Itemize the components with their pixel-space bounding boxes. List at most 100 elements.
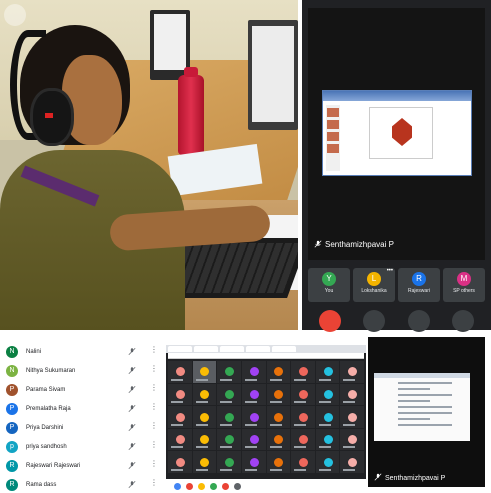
more-vert-icon[interactable]: ⋮ — [150, 402, 158, 411]
participant-tile-others[interactable]: M SP others — [443, 268, 485, 302]
gallery-tile[interactable] — [168, 361, 192, 383]
list-item[interactable]: R Rama dass ⋮ — [0, 475, 164, 493]
gallery-tile[interactable] — [217, 383, 241, 406]
more-options-button[interactable] — [451, 310, 474, 332]
tab[interactable] — [194, 346, 218, 352]
mic-off-icon — [314, 240, 322, 248]
avatar: Y — [322, 272, 336, 286]
end-call-button[interactable] — [319, 310, 342, 332]
gallery-tile[interactable] — [168, 383, 192, 406]
list-item[interactable]: N Nithya Sukumaran ⋮ — [0, 361, 164, 380]
list-item[interactable]: P Premalatha Raja ⋮ — [0, 399, 164, 418]
gallery-tile[interactable] — [168, 406, 192, 428]
list-item[interactable]: N Nalini ⋮ — [0, 342, 164, 361]
tile-name-bar — [171, 378, 183, 381]
cropped-row — [0, 334, 164, 342]
taskbar-icon[interactable] — [198, 482, 205, 490]
gallery-tile[interactable] — [241, 406, 266, 428]
mic-off-icon[interactable] — [128, 461, 136, 470]
address-bar[interactable] — [168, 353, 364, 359]
avatar: M — [457, 272, 471, 286]
mic-off-icon[interactable] — [128, 480, 136, 489]
taskbar-icon[interactable] — [186, 482, 193, 490]
tab[interactable] — [272, 346, 296, 352]
presenter-tile[interactable] — [308, 8, 485, 260]
more-vert-icon[interactable]: ⋮ — [150, 478, 158, 487]
gallery-tile[interactable] — [266, 451, 291, 473]
gallery-tile[interactable] — [315, 383, 340, 406]
gallery-tile[interactable] — [291, 428, 315, 451]
gallery-tile[interactable] — [192, 406, 217, 428]
mic-toggle-button[interactable] — [407, 310, 430, 332]
gallery-tile[interactable] — [192, 361, 217, 383]
mic-off-icon[interactable] — [128, 423, 136, 432]
gallery-tile[interactable] — [291, 406, 315, 428]
more-vert-icon[interactable]: ⋮ — [150, 383, 158, 392]
avatar — [225, 435, 235, 445]
gallery-tile[interactable] — [340, 406, 364, 428]
list-item[interactable]: R Rajeswari Rajeswari ⋮ — [0, 456, 164, 475]
list-item[interactable]: P Parama Sivam ⋮ — [0, 380, 164, 399]
taskbar-icon[interactable] — [210, 482, 217, 490]
more-vert-icon[interactable]: ⋮ — [150, 364, 158, 373]
gallery-tile[interactable] — [241, 383, 266, 406]
gallery-tile[interactable] — [217, 361, 241, 383]
gallery-tile[interactable] — [291, 383, 315, 406]
tile-name-bar — [318, 401, 331, 404]
gallery-tile[interactable] — [266, 361, 291, 383]
gallery-tile[interactable] — [315, 361, 340, 383]
presenter-name: Senthamizhpavai P — [385, 475, 446, 482]
camera-toggle-button[interactable] — [363, 310, 386, 332]
participant-tile-rajeswari[interactable]: R Rajeswari — [398, 268, 440, 302]
gallery-tile[interactable] — [168, 428, 192, 451]
gallery-tile[interactable] — [291, 451, 315, 473]
tab[interactable] — [220, 346, 244, 352]
taskbar-icon[interactable] — [174, 482, 181, 490]
avatar — [323, 457, 333, 467]
participant-name: Nalini — [26, 348, 42, 355]
gallery-tile[interactable] — [192, 451, 217, 473]
participant-tile-lokshanika[interactable]: L Lokshanika ••• — [353, 268, 395, 302]
gallery-tile[interactable] — [291, 361, 315, 383]
more-vert-icon[interactable]: ⋮ — [150, 440, 158, 449]
gallery-tile[interactable] — [168, 451, 192, 473]
tab[interactable] — [246, 346, 270, 352]
taskbar-icon[interactable] — [234, 482, 241, 490]
gallery-tile[interactable] — [340, 361, 364, 383]
mic-off-icon[interactable] — [128, 442, 136, 451]
participant-tile-you[interactable]: Y You — [308, 268, 350, 302]
gallery-tile[interactable] — [192, 383, 217, 406]
mic-off-icon[interactable] — [128, 385, 136, 394]
gallery-tile[interactable] — [340, 428, 364, 451]
mic-off-icon[interactable] — [128, 404, 136, 413]
gallery-tile[interactable] — [217, 406, 241, 428]
gallery-tile[interactable] — [217, 451, 241, 473]
gallery-tile[interactable] — [266, 383, 291, 406]
more-vert-icon[interactable]: ⋮ — [150, 345, 158, 354]
more-vert-icon[interactable]: ⋮ — [150, 421, 158, 430]
gallery-tile[interactable] — [241, 361, 266, 383]
tile-name-bar — [318, 469, 331, 471]
mic-off-icon[interactable] — [128, 366, 136, 375]
gallery-tile[interactable] — [340, 383, 364, 406]
tile-name-bar — [244, 469, 257, 471]
list-item[interactable]: P Priya Darshini ⋮ — [0, 418, 164, 437]
tab[interactable] — [168, 346, 192, 352]
gallery-tile[interactable] — [315, 451, 340, 473]
list-item[interactable]: p priya sandhosh ⋮ — [0, 437, 164, 456]
gallery-tile[interactable] — [217, 428, 241, 451]
taskbar-icon[interactable] — [222, 482, 229, 490]
more-options-icon[interactable]: ••• — [387, 268, 393, 274]
gallery-tile[interactable] — [266, 428, 291, 451]
mic-off-icon[interactable] — [128, 347, 136, 356]
gallery-tile[interactable] — [266, 406, 291, 428]
gallery-tile[interactable] — [315, 406, 340, 428]
gallery-tile[interactable] — [315, 428, 340, 451]
gallery-tile[interactable] — [340, 451, 364, 473]
more-vert-icon[interactable]: ⋮ — [150, 459, 158, 468]
presenter-name-tag: Senthamizhpavai P — [314, 240, 394, 249]
tile-name-bar — [195, 469, 208, 471]
gallery-tile[interactable] — [192, 428, 217, 451]
gallery-tile[interactable] — [241, 451, 266, 473]
gallery-tile[interactable] — [241, 428, 266, 451]
